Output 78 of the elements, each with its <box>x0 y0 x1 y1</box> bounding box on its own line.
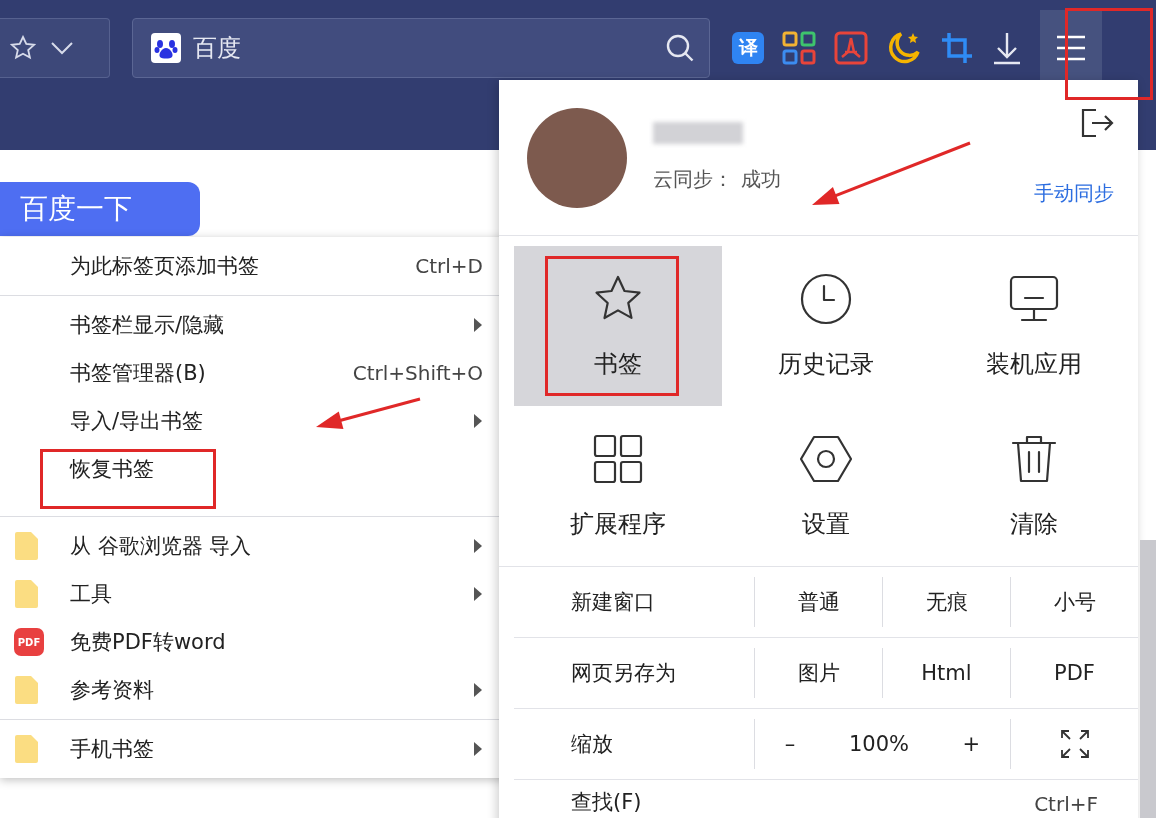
option-button[interactable]: 普通 <box>754 577 882 627</box>
folder-icon <box>14 579 40 609</box>
fullscreen-icon <box>1059 729 1090 759</box>
folder-icon <box>14 734 40 764</box>
option-button[interactable]: PDF <box>1010 648 1138 698</box>
shortcut-label: Ctrl+F <box>1033 792 1099 816</box>
tile-label: 装机应用 <box>986 349 1082 380</box>
search-button[interactable]: 百度一下 <box>0 182 200 236</box>
option-button[interactable]: 无痕 <box>882 577 1010 627</box>
manual-sync-link[interactable]: 手动同步 <box>1034 180 1114 207</box>
menu-icon <box>1055 33 1087 62</box>
menu-item[interactable]: 书签栏显示/隐藏 <box>0 301 513 349</box>
tile-label: 历史记录 <box>778 349 874 380</box>
address-text: 百度 <box>193 32 242 64</box>
menu-item[interactable]: 参考资料 <box>0 666 513 714</box>
menu-item-label: 参考资料 <box>70 677 154 704</box>
menu-tile[interactable]: 历史记录 <box>722 246 930 406</box>
menu-tile[interactable]: 扩展程序 <box>514 406 722 566</box>
sync-label: 云同步： <box>653 166 733 193</box>
submenu-arrow-icon <box>473 741 483 757</box>
search-icon[interactable] <box>665 32 695 63</box>
menu-item-label: 免费PDF转word <box>70 629 226 656</box>
menu-tile[interactable]: 装机应用 <box>930 246 1138 406</box>
menu-item[interactable]: 导入/导出书签 <box>0 397 513 445</box>
menu-item-label: 书签管理器(B) <box>70 360 206 387</box>
sync-status: 成功 <box>741 166 781 193</box>
logout-icon[interactable] <box>1080 108 1114 138</box>
menu-item-label: 恢复书签 <box>70 456 154 483</box>
submenu-arrow-icon <box>473 586 483 602</box>
shortcut-label: Ctrl+D <box>415 254 483 278</box>
menu-item[interactable]: 恢复书签 <box>0 445 513 511</box>
apps-grid-icon[interactable] <box>782 30 816 65</box>
submenu-arrow-icon <box>473 682 483 698</box>
tile-label: 清除 <box>1010 509 1058 540</box>
shortcut-label: Ctrl+Shift+O <box>352 361 483 385</box>
menu-item-label: 导入/导出书签 <box>70 408 204 435</box>
row-label: 网页另存为 <box>570 660 677 687</box>
tile-label: 书签 <box>594 349 642 380</box>
row-label: 缩放 <box>570 731 614 758</box>
folder-icon <box>14 531 40 561</box>
menu-item[interactable]: 工具 <box>0 570 513 618</box>
menu-tile[interactable]: 设置 <box>722 406 930 566</box>
folder-icon <box>14 675 40 705</box>
menu-tile[interactable]: 书签 <box>514 246 722 406</box>
submenu-arrow-icon <box>473 413 483 429</box>
pdf-tool-icon[interactable] <box>834 30 868 65</box>
submenu-arrow-icon <box>473 317 483 333</box>
menu-item[interactable]: PDF 免费PDF转word <box>0 618 513 666</box>
menu-item-label: 从 谷歌浏览器 导入 <box>70 533 252 560</box>
menu-item-label: 为此标签页添加书签 <box>70 253 259 280</box>
address-bar[interactable]: 百度 <box>132 17 710 78</box>
submenu-arrow-icon <box>473 538 483 554</box>
clock-icon <box>799 272 853 326</box>
menu-item[interactable]: 从 谷歌浏览器 导入 <box>0 522 513 570</box>
translate-icon[interactable]: 译 <box>732 31 764 64</box>
menu-item[interactable]: 手机书签 <box>0 725 513 773</box>
option-button[interactable]: Html <box>882 648 1010 698</box>
option-button[interactable]: 小号 <box>1010 577 1138 627</box>
download-icon[interactable] <box>992 30 1022 65</box>
chevron-down-icon[interactable] <box>50 40 74 55</box>
crop-icon[interactable] <box>940 30 974 65</box>
zoom-out-button[interactable]: – <box>778 731 802 757</box>
tile-label: 设置 <box>802 509 850 540</box>
moon-icon[interactable] <box>886 29 922 66</box>
option-button[interactable]: 图片 <box>754 648 882 698</box>
menu-item-label: 手机书签 <box>70 736 154 763</box>
zoom-in-button[interactable]: + <box>956 731 987 757</box>
tile-label: 扩展程序 <box>570 509 666 540</box>
paw-icon <box>151 32 181 63</box>
grid-icon <box>591 432 645 486</box>
pdf-icon: PDF <box>14 628 44 656</box>
menu-item-label: 书签栏显示/隐藏 <box>70 312 225 339</box>
star-icon[interactable] <box>10 34 36 61</box>
menu-tile[interactable]: 清除 <box>930 406 1138 566</box>
row-label: 新建窗口 <box>570 589 656 616</box>
row-label: 查找(F) <box>570 789 643 816</box>
menu-item-label: 工具 <box>70 581 112 608</box>
zoom-value: 100% <box>848 732 909 756</box>
